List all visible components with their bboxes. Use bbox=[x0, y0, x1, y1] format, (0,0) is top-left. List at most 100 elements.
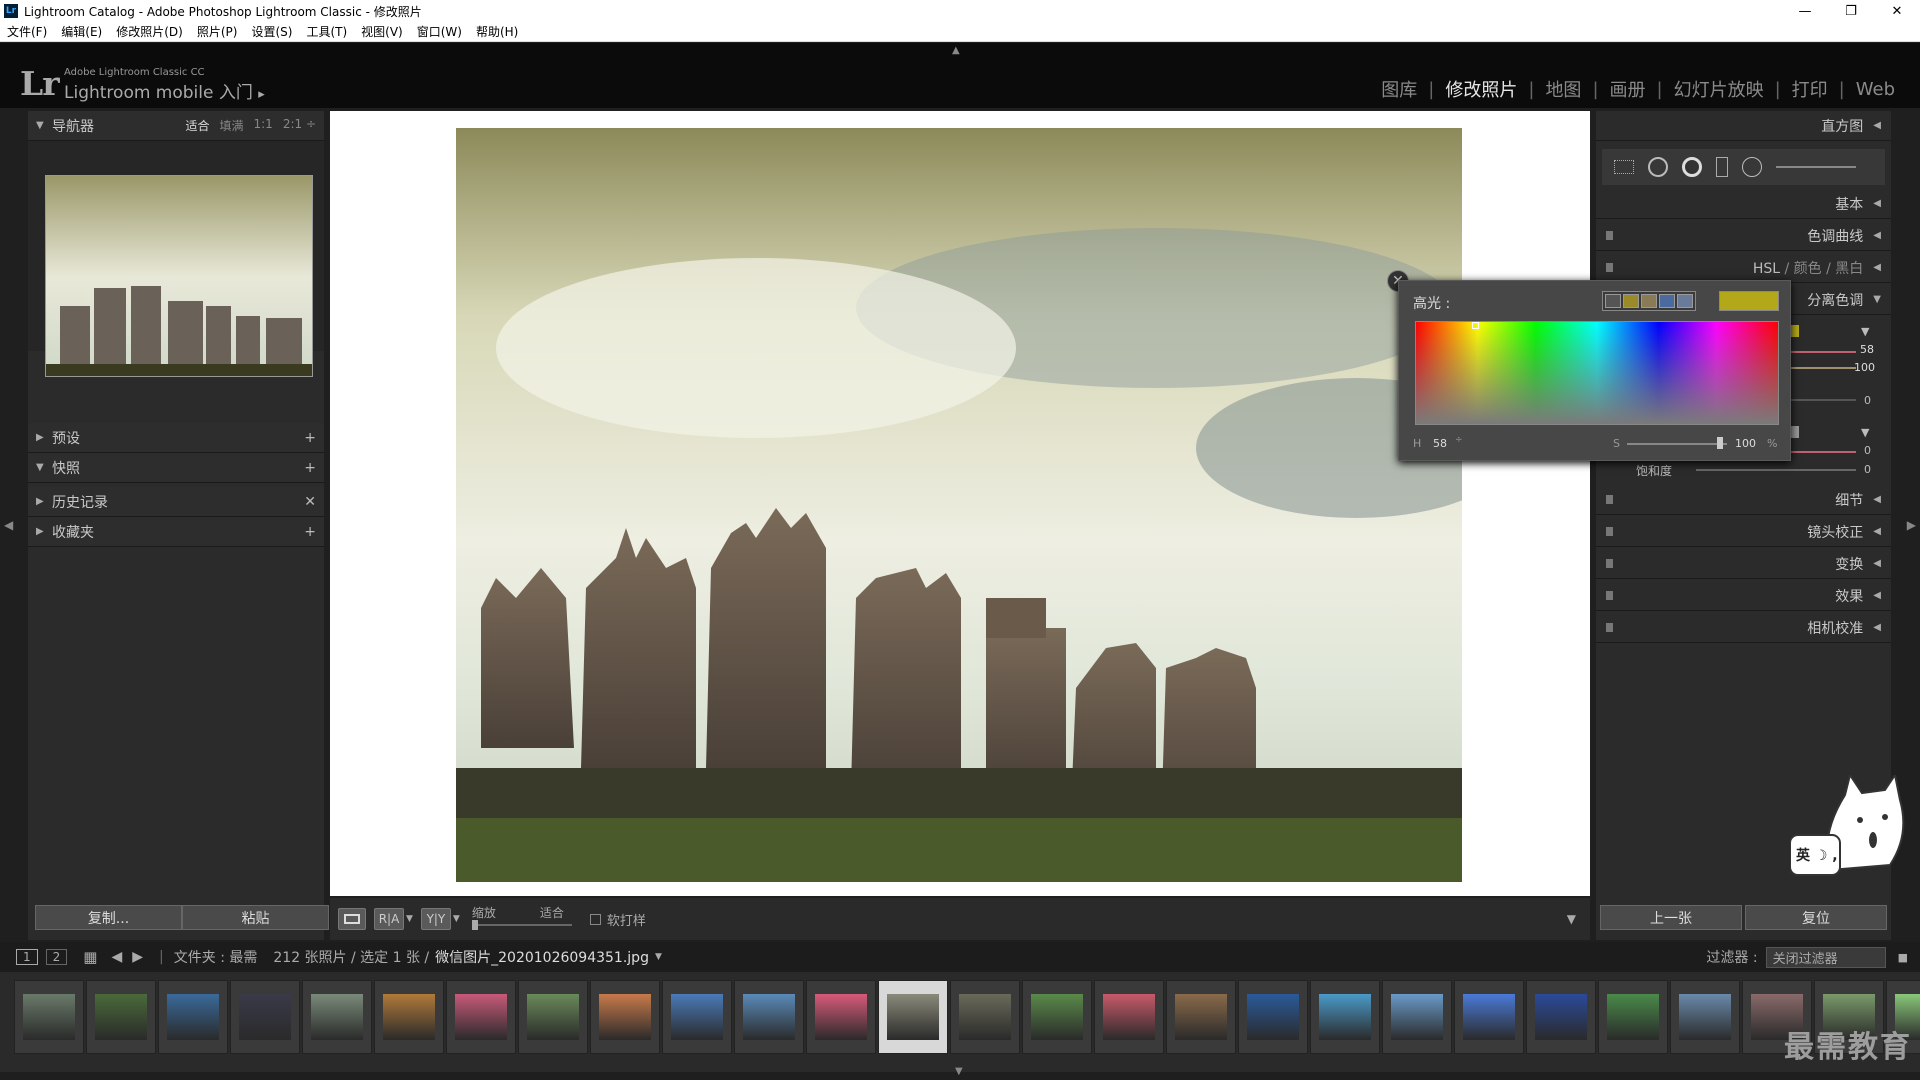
filmstrip-thumbnail[interactable] bbox=[158, 980, 228, 1054]
module-web[interactable]: Web bbox=[1845, 79, 1906, 100]
menu-view[interactable]: 视图(V) bbox=[354, 23, 410, 40]
zoom-control[interactable]: 缩放 适合 bbox=[471, 904, 572, 934]
filmstrip-thumbnail[interactable] bbox=[1166, 980, 1236, 1054]
panel-switch-icon[interactable] bbox=[1606, 527, 1613, 536]
menu-settings[interactable]: 设置(S) bbox=[244, 23, 299, 40]
previous-button[interactable]: 上一张 bbox=[1600, 905, 1742, 930]
color-swatch[interactable] bbox=[1605, 294, 1621, 308]
spot-removal-icon[interactable] bbox=[1648, 157, 1668, 177]
reset-button[interactable]: 复位 bbox=[1745, 905, 1887, 930]
color-field[interactable] bbox=[1415, 321, 1779, 425]
basic-header[interactable]: 基本 ◀ bbox=[1596, 189, 1891, 219]
filmstrip-thumbnail[interactable] bbox=[1454, 980, 1524, 1054]
filmstrip-thumbnail[interactable] bbox=[1526, 980, 1596, 1054]
menu-tools[interactable]: 工具(T) bbox=[299, 23, 354, 40]
panel-switch-icon[interactable] bbox=[1606, 263, 1613, 272]
softproof-toggle[interactable]: 软打样 bbox=[589, 910, 646, 929]
hsl-header[interactable]: HSL / 颜色 / 黑白 ◀ bbox=[1596, 253, 1891, 283]
filmstrip-thumbnail[interactable] bbox=[518, 980, 588, 1054]
top-panel-toggle-icon[interactable]: ▲ bbox=[952, 45, 960, 56]
panel-switch-icon[interactable] bbox=[1606, 591, 1613, 600]
color-cursor[interactable] bbox=[1471, 322, 1479, 329]
panel-switch-icon[interactable] bbox=[1606, 495, 1613, 504]
history-header[interactable]: ▶ 历史记录 ✕ bbox=[28, 487, 324, 517]
filmstrip-thumbnail[interactable] bbox=[1310, 980, 1380, 1054]
filmstrip-thumbnail[interactable] bbox=[878, 980, 948, 1054]
before-after-tb-button[interactable]: Y|Y bbox=[420, 908, 451, 930]
filmstrip-thumbnail[interactable] bbox=[734, 980, 804, 1054]
adjustment-brush-icon[interactable] bbox=[1776, 166, 1856, 168]
folder-source[interactable]: 文件夹 : 最需 bbox=[174, 947, 258, 967]
dropdown-chevron-icon[interactable]: ▼ bbox=[453, 914, 460, 924]
module-library[interactable]: 图库 bbox=[1370, 76, 1428, 102]
nav-mode-fill[interactable]: 填满 bbox=[219, 117, 243, 134]
filmstrip-thumbnail[interactable] bbox=[14, 980, 84, 1054]
saturation-slider-thumb[interactable] bbox=[1717, 437, 1723, 449]
filmstrip-thumbnail[interactable] bbox=[806, 980, 876, 1054]
panel-switch-icon[interactable] bbox=[1606, 623, 1613, 632]
filter-select[interactable]: 关闭过滤器 bbox=[1765, 946, 1886, 968]
hue-stepper-icon[interactable]: ÷ bbox=[1455, 435, 1463, 445]
shadow-sat-track[interactable] bbox=[1696, 469, 1856, 471]
filmstrip-thumbnail[interactable] bbox=[662, 980, 732, 1054]
menu-file[interactable]: 文件(F) bbox=[0, 23, 54, 40]
filmstrip-thumbnail[interactable] bbox=[1022, 980, 1092, 1054]
detail-header[interactable]: 细节 ◀ bbox=[1596, 485, 1891, 515]
module-develop[interactable]: 修改照片 bbox=[1434, 76, 1528, 102]
color-swatch[interactable] bbox=[1677, 294, 1693, 308]
navigator-preview[interactable] bbox=[28, 141, 324, 377]
before-after-lr-button[interactable]: R|A bbox=[374, 908, 404, 930]
filter-lock-icon[interactable]: ■ bbox=[1898, 951, 1908, 964]
bottom-panel-toggle-icon[interactable]: ▼ bbox=[955, 1066, 963, 1077]
saturation-value[interactable]: 100 bbox=[1735, 437, 1756, 450]
shadow-hue-value[interactable]: 0 bbox=[1864, 444, 1871, 457]
filmstrip-thumbnail[interactable] bbox=[1382, 980, 1452, 1054]
tone-curve-header[interactable]: 色调曲线 ◀ bbox=[1596, 221, 1891, 251]
color-swatch[interactable] bbox=[1641, 294, 1657, 308]
hue-value[interactable]: 58 bbox=[1433, 437, 1447, 450]
highlight-sat-value[interactable]: 100 bbox=[1854, 361, 1875, 374]
module-map[interactable]: 地图 bbox=[1534, 76, 1592, 102]
hsl-tab[interactable]: HSL bbox=[1753, 261, 1780, 277]
right-panel-toggle-icon[interactable]: ▶ bbox=[1907, 518, 1916, 532]
filmstrip-thumbnail[interactable] bbox=[446, 980, 516, 1054]
saturation-slider-track[interactable] bbox=[1627, 443, 1727, 445]
module-slideshow[interactable]: 幻灯片放映 bbox=[1663, 76, 1775, 102]
nav-mode-2to1[interactable]: 2:1 ÷ bbox=[283, 117, 316, 134]
mobile-getting-started[interactable]: Lightroom mobile 入门 ▸ bbox=[64, 78, 265, 103]
selected-color-chip[interactable] bbox=[1719, 291, 1779, 311]
histogram-header[interactable]: 直方图 ◀ bbox=[1596, 111, 1891, 141]
dropdown-icon[interactable]: ▼ bbox=[1861, 426, 1869, 439]
filmstrip-thumbnail[interactable] bbox=[950, 980, 1020, 1054]
menu-help[interactable]: 帮助(H) bbox=[469, 23, 525, 40]
color-tab[interactable]: 颜色 bbox=[1794, 261, 1822, 277]
menu-edit[interactable]: 编辑(E) bbox=[54, 23, 109, 40]
filmstrip-thumbnail[interactable] bbox=[374, 980, 444, 1054]
second-window-button[interactable]: 2 bbox=[45, 949, 68, 965]
filmstrip-thumbnail[interactable] bbox=[590, 980, 660, 1054]
clear-history-button[interactable]: ✕ bbox=[304, 494, 316, 510]
add-collection-button[interactable]: + bbox=[304, 524, 316, 540]
panel-switch-icon[interactable] bbox=[1606, 559, 1613, 568]
lens-header[interactable]: 镜头校正 ◀ bbox=[1596, 517, 1891, 547]
transform-header[interactable]: 变换 ◀ bbox=[1596, 549, 1891, 579]
filename-dropdown-icon[interactable]: ▼ bbox=[655, 952, 662, 962]
filmstrip-thumbnail[interactable] bbox=[1670, 980, 1740, 1054]
color-swatch[interactable] bbox=[1659, 294, 1675, 308]
main-image-area[interactable] bbox=[330, 111, 1590, 896]
filmstrip-thumbnail[interactable] bbox=[1238, 980, 1308, 1054]
menu-window[interactable]: 窗口(W) bbox=[410, 23, 469, 40]
loupe-view-button[interactable] bbox=[338, 908, 366, 930]
add-preset-button[interactable]: + bbox=[304, 430, 316, 446]
color-swatch[interactable] bbox=[1623, 294, 1639, 308]
add-snapshot-button[interactable]: + bbox=[304, 460, 316, 476]
collections-header[interactable]: ▶ 收藏夹 + bbox=[28, 517, 324, 547]
dropdown-icon[interactable]: ▼ bbox=[1861, 325, 1869, 338]
navigator-thumbnail[interactable] bbox=[45, 175, 313, 377]
shadow-sat-value[interactable]: 0 bbox=[1864, 463, 1871, 476]
module-print[interactable]: 打印 bbox=[1781, 76, 1839, 102]
copy-settings-button[interactable]: 复制... bbox=[35, 905, 182, 930]
calibration-header[interactable]: 相机校准 ◀ bbox=[1596, 613, 1891, 643]
panel-switch-icon[interactable] bbox=[1606, 231, 1613, 240]
zoom-slider-thumb[interactable] bbox=[471, 920, 478, 930]
